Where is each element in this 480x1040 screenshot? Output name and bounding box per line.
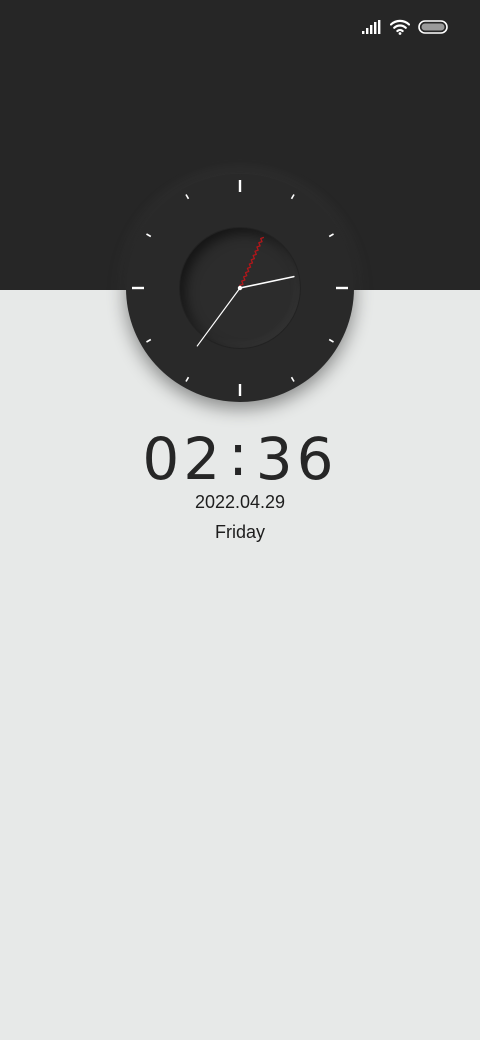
battery-icon (418, 20, 448, 34)
clock-tick (328, 233, 334, 238)
second-hand (239, 236, 265, 289)
clock-tick (146, 233, 152, 238)
lock-screen: 02:36 2022.04.29 Friday (0, 0, 480, 1040)
clock-tick (185, 194, 190, 200)
date-label: 2022.04.29 (194, 492, 286, 512)
status-bar (362, 14, 450, 40)
digital-hours: 02 (142, 425, 225, 493)
wifi-icon (390, 19, 410, 35)
clock-tick (328, 338, 334, 343)
digital-clock: 02:36 (0, 422, 480, 493)
clock-graphics (132, 180, 348, 396)
clock-center-pin (237, 285, 243, 291)
clock-tick (290, 194, 295, 200)
clock-tick (146, 338, 152, 343)
analog-clock (126, 174, 354, 402)
weekday-label: Friday (214, 522, 265, 542)
minute-hand (196, 287, 241, 347)
clock-tick (290, 376, 295, 382)
cellular-signal-icon (362, 20, 381, 34)
digital-separator: : (228, 421, 252, 489)
hour-hand (239, 275, 295, 289)
clock-tick (185, 376, 190, 382)
digital-minutes: 36 (255, 425, 338, 493)
